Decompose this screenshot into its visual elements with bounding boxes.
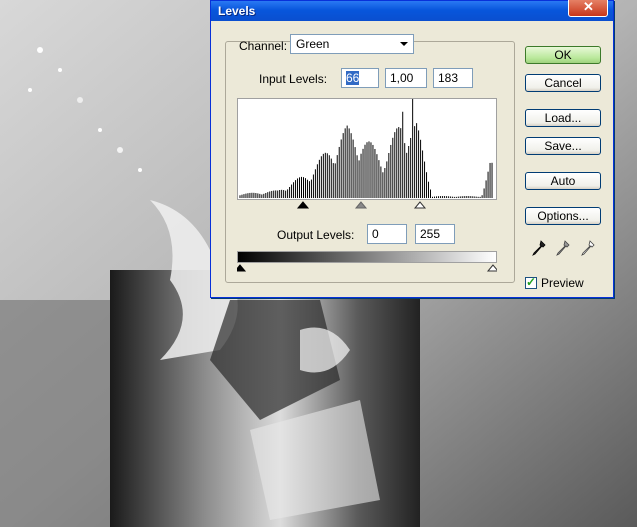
load-button[interactable]: Load...	[525, 109, 601, 127]
output-slider[interactable]	[237, 263, 497, 275]
input-white-handle[interactable]	[413, 201, 427, 209]
input-levels-label: Input Levels:	[259, 72, 328, 86]
output-black-field[interactable]: 0	[367, 224, 407, 244]
black-eyedropper-icon[interactable]	[531, 240, 547, 260]
preview-checkbox[interactable]: ✓	[525, 275, 537, 289]
output-levels-label: Output Levels:	[277, 228, 355, 242]
histogram-bars	[239, 99, 493, 199]
input-slider[interactable]	[237, 200, 497, 212]
ok-button[interactable]: OK	[525, 46, 601, 64]
check-mark-icon: ✓	[526, 275, 537, 289]
output-white-field[interactable]: 255	[415, 224, 455, 244]
input-white-value: 183	[438, 71, 459, 85]
input-black-value: 66	[346, 71, 360, 85]
preview-label[interactable]: Preview	[541, 276, 584, 290]
input-gamma-field[interactable]: 1,00	[385, 68, 427, 88]
output-white-value: 255	[420, 227, 441, 241]
input-white-field[interactable]: 183	[433, 68, 473, 88]
options-button[interactable]: Options...	[525, 207, 601, 225]
close-icon: ✕	[583, 0, 594, 14]
input-black-handle[interactable]	[296, 201, 310, 209]
title-bar[interactable]: Levels ✕	[211, 0, 613, 21]
channel-label: Channel:	[239, 39, 288, 53]
input-gamma-value: 1,00	[390, 71, 414, 85]
levels-dialog: Levels ✕ Channel: Green Input Levels: 66…	[210, 0, 614, 298]
channel-value: Green	[296, 37, 330, 51]
channel-select[interactable]: Green	[290, 34, 414, 54]
auto-button[interactable]: Auto	[525, 172, 601, 190]
output-white-handle[interactable]	[486, 264, 497, 272]
output-black-value: 0	[372, 227, 379, 241]
gray-eyedropper-icon[interactable]	[555, 240, 571, 260]
white-eyedropper-icon[interactable]	[580, 240, 596, 260]
input-gamma-handle[interactable]	[354, 201, 368, 209]
cancel-button[interactable]: Cancel	[525, 74, 601, 92]
input-black-field[interactable]: 66	[341, 68, 379, 88]
close-button[interactable]: ✕	[568, 0, 608, 17]
save-button[interactable]: Save...	[525, 137, 601, 155]
histogram	[237, 98, 497, 200]
output-black-handle[interactable]	[237, 264, 247, 272]
dialog-title: Levels	[218, 4, 256, 18]
dropdown-arrow-icon	[400, 42, 408, 46]
output-gradient	[237, 251, 497, 263]
